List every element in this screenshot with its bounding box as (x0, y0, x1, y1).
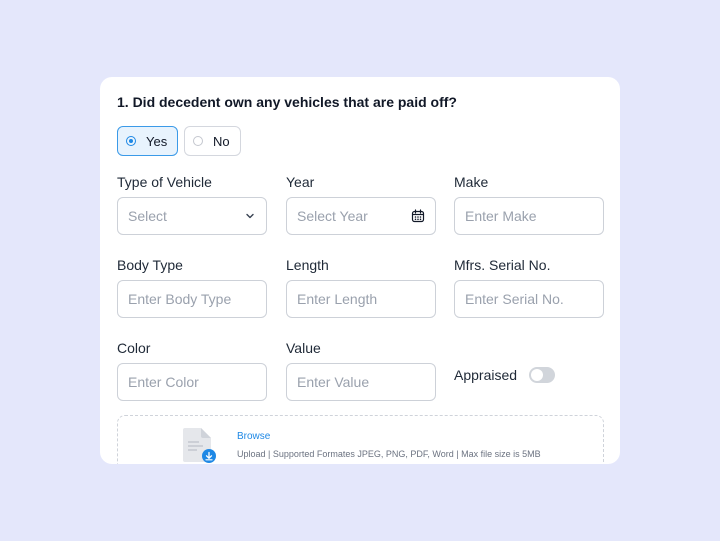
length-input[interactable] (297, 291, 425, 307)
toggle-knob (531, 369, 543, 381)
chevron-down-icon (244, 210, 256, 222)
type-of-vehicle-select[interactable]: Select (117, 197, 267, 235)
year-label: Year (286, 174, 315, 190)
radio-yes-label: Yes (146, 133, 168, 149)
serial-label: Mfrs. Serial No. (454, 257, 551, 273)
calendar-icon[interactable] (411, 209, 425, 223)
body-type-label: Body Type (117, 257, 183, 273)
value-input[interactable] (297, 374, 425, 390)
length-field[interactable] (286, 280, 436, 318)
serial-field[interactable] (454, 280, 604, 318)
make-input[interactable] (465, 208, 593, 224)
body-type-input[interactable] (128, 291, 256, 307)
radio-no[interactable]: No (184, 126, 241, 156)
make-field[interactable] (454, 197, 604, 235)
serial-input[interactable] (465, 291, 593, 307)
color-label: Color (117, 340, 151, 356)
length-label: Length (286, 257, 329, 273)
radio-no-label: No (213, 133, 230, 149)
color-input[interactable] (128, 374, 256, 390)
document-upload-icon (179, 426, 219, 464)
radio-unselected-icon (193, 136, 203, 146)
type-of-vehicle-value: Select (128, 208, 167, 224)
type-of-vehicle-label: Type of Vehicle (117, 174, 212, 190)
color-field[interactable] (117, 363, 267, 401)
body-type-field[interactable] (117, 280, 267, 318)
year-value: Select Year (297, 208, 368, 224)
radio-selected-icon (126, 136, 136, 146)
appraised-label: Appraised (454, 367, 518, 383)
file-upload-dropzone[interactable]: Browse Upload | Supported Formates JPEG,… (117, 415, 604, 464)
value-label: Value (286, 340, 321, 356)
make-label: Make (454, 174, 489, 190)
value-field[interactable] (286, 363, 436, 401)
radio-yes[interactable]: Yes (117, 126, 179, 156)
upload-hint: Upload | Supported Formates JPEG, PNG, P… (237, 449, 541, 459)
year-picker[interactable]: Select Year (286, 197, 436, 235)
question-title: 1. Did decedent own any vehicles that ar… (117, 94, 457, 110)
vehicle-form-card: 1. Did decedent own any vehicles that ar… (100, 77, 620, 464)
appraised-toggle[interactable] (529, 367, 555, 383)
browse-link[interactable]: Browse (237, 431, 270, 442)
